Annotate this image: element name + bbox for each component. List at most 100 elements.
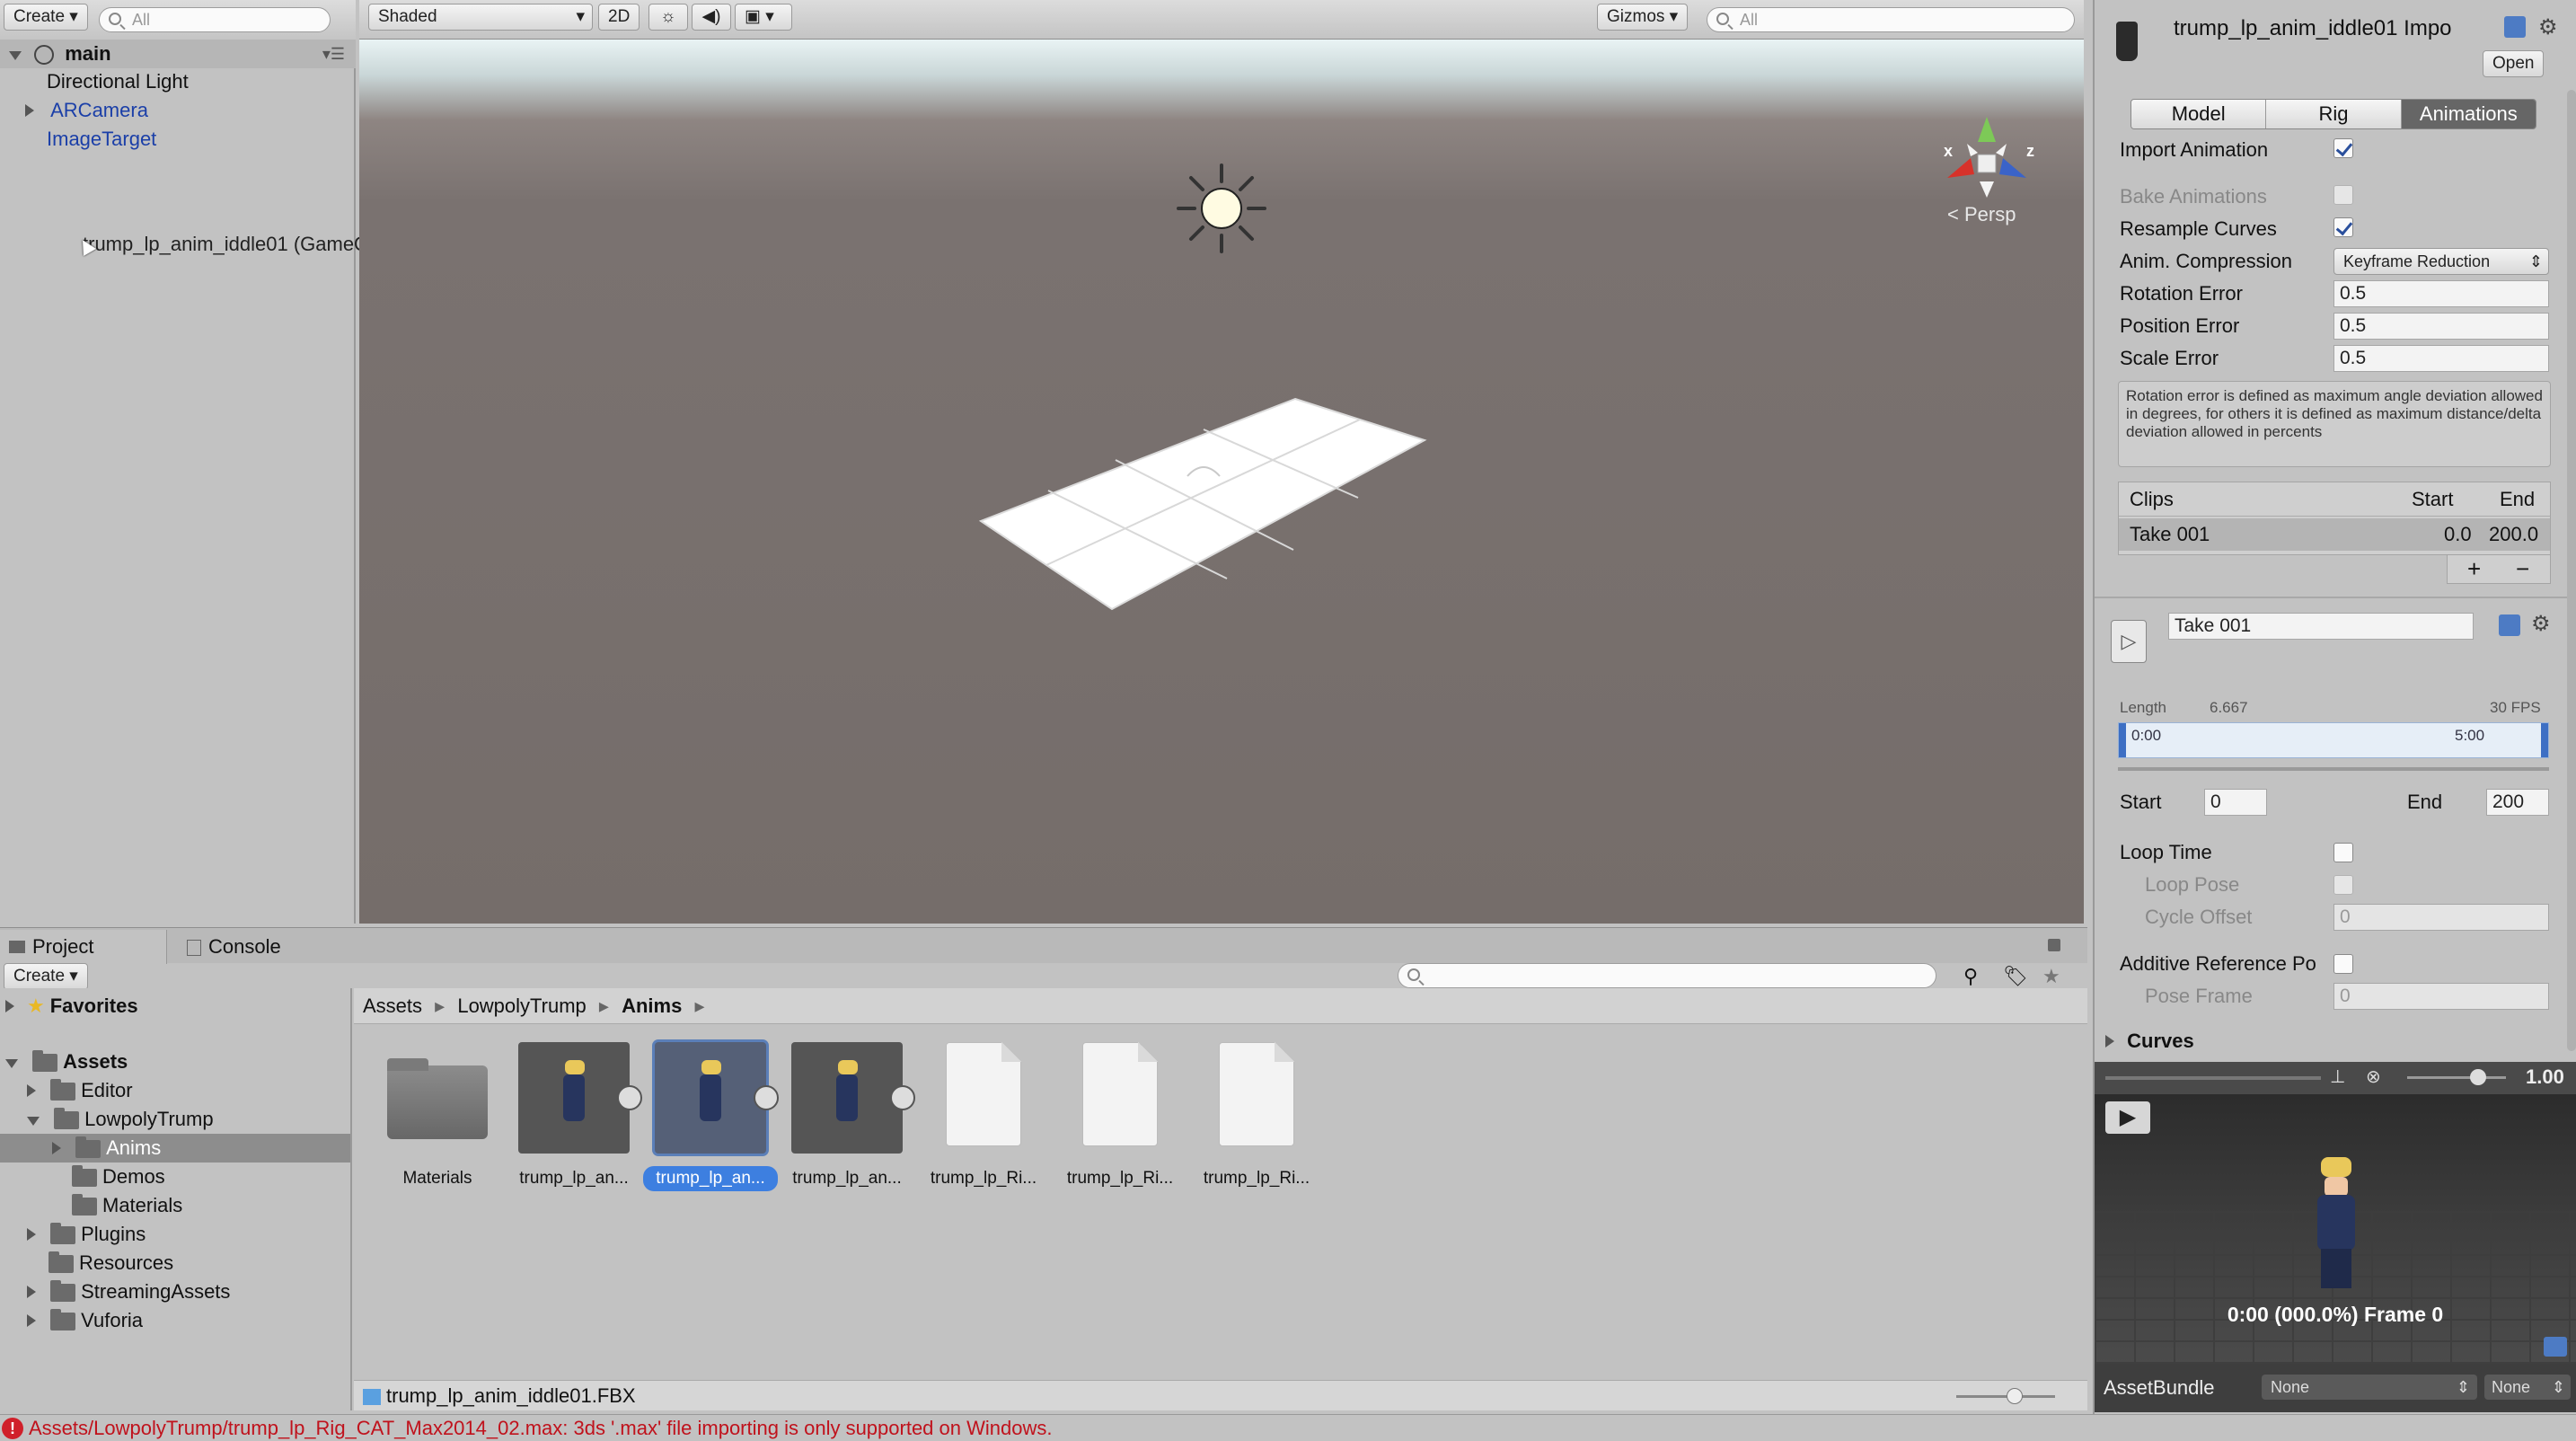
breadcrumb-item[interactable]: LowpolyTrump <box>457 995 586 1017</box>
hierarchy-create-button[interactable]: Create ▾ <box>4 4 88 31</box>
tree-item-plugins[interactable]: Plugins <box>27 1220 146 1249</box>
effects-toggle-icon[interactable]: ▣ ▾ <box>735 4 792 31</box>
zoom-slider[interactable] <box>1956 1388 2055 1404</box>
breadcrumb-item[interactable]: Assets <box>363 995 422 1017</box>
timeline-end-handle[interactable] <box>2541 723 2548 757</box>
projection-toggle[interactable]: < Persp <box>1947 203 2016 226</box>
timeline-start-handle[interactable] <box>2119 723 2126 757</box>
gear-icon[interactable]: ⚙ <box>2538 14 2558 40</box>
expand-icon[interactable] <box>9 51 22 60</box>
curves-foldout[interactable]: Curves <box>2105 1030 2194 1053</box>
status-bar[interactable]: ! Assets/LowpolyTrump/trump_lp_Rig_CAT_M… <box>0 1414 2576 1441</box>
tab-console[interactable]: Console <box>187 930 281 964</box>
favorites-row[interactable]: ★ Favorites <box>5 992 138 1021</box>
preview-speed-slider[interactable] <box>2407 1069 2506 1085</box>
tree-item-demos[interactable]: Demos <box>72 1163 165 1191</box>
preview-speed-thumb[interactable] <box>2470 1069 2486 1085</box>
clip-preview-icon[interactable]: ▷ <box>2111 620 2147 663</box>
asset-rig-3[interactable]: trump_lp_Ri... <box>1189 1042 1324 1191</box>
orientation-gizmo[interactable] <box>1947 117 2026 198</box>
tree-item-streamingassets[interactable]: StreamingAssets <box>27 1277 230 1306</box>
expand-icon[interactable] <box>27 1286 36 1298</box>
assetbundle-variant-dropdown[interactable]: None ⇕ <box>2484 1375 2571 1400</box>
timeline-scrub-bar[interactable] <box>2118 767 2549 771</box>
timeline-ruler[interactable]: 0:00 5:00 <box>2118 722 2549 758</box>
tree-item-materials[interactable]: Materials <box>72 1191 182 1220</box>
lock-icon[interactable] <box>2048 939 2060 951</box>
assets-root-row[interactable]: Assets <box>5 1048 128 1076</box>
animation-preview[interactable]: ▶ 0:00 (000.0%) Frame 0 <box>2095 1094 2576 1364</box>
speed-icon[interactable]: ⊗ <box>2366 1065 2381 1088</box>
expand-icon[interactable] <box>52 1142 61 1154</box>
lighting-toggle-icon[interactable]: ☼ <box>648 4 688 31</box>
clip-row[interactable]: Take 001 0.0 200.0 <box>2119 518 2550 551</box>
help-book-icon[interactable] <box>2499 614 2520 636</box>
tag-icon[interactable] <box>2544 1337 2567 1357</box>
expand-icon[interactable] <box>27 1314 36 1327</box>
tree-item-vuforia[interactable]: Vuforia <box>27 1306 143 1335</box>
play-button[interactable]: ▶ <box>2105 1101 2150 1134</box>
draw-mode-dropdown[interactable]: Shaded ▾ <box>368 4 593 31</box>
inspector-scrollbar[interactable] <box>2567 90 2576 1051</box>
preview-timeline[interactable] <box>2105 1076 2321 1080</box>
breadcrumb-item[interactable]: Anims <box>622 995 682 1017</box>
help-book-icon[interactable] <box>2504 16 2526 38</box>
expand-icon[interactable] <box>27 1084 36 1097</box>
anim-compression-dropdown[interactable]: Keyframe Reduction ⇕ <box>2333 248 2549 275</box>
clip-name-field[interactable]: Take 001 <box>2168 613 2474 640</box>
remove-clip-button[interactable]: − <box>2516 555 2529 583</box>
hierarchy-item-directional-light[interactable]: Directional Light <box>47 67 189 96</box>
scale-error-field[interactable]: 0.5 <box>2333 345 2549 372</box>
sun-icon[interactable] <box>1177 164 1266 253</box>
add-clip-button[interactable]: + <box>2467 555 2481 583</box>
hierarchy-item-arcamera[interactable]: ARCamera <box>25 96 148 125</box>
hierarchy-search-input[interactable]: All <box>99 7 331 32</box>
open-button[interactable]: Open <box>2483 50 2545 77</box>
expand-icon[interactable] <box>27 1117 40 1126</box>
tree-item-editor[interactable]: Editor <box>27 1076 133 1105</box>
cycle-offset-field[interactable]: 0 <box>2333 904 2549 931</box>
additive-reference-checkbox[interactable] <box>2333 954 2353 974</box>
asset-anim-2-selected[interactable]: trump_lp_an... <box>643 1042 779 1191</box>
start-field[interactable]: 0 <box>2204 789 2267 816</box>
asset-rig-1[interactable]: trump_lp_Ri... <box>916 1042 1051 1191</box>
project-create-button[interactable]: Create ▾ <box>4 963 88 990</box>
favorite-star-icon[interactable]: ★ <box>2042 965 2060 988</box>
pose-frame-field[interactable]: 0 <box>2333 983 2549 1010</box>
zoom-slider-thumb[interactable] <box>2007 1388 2023 1404</box>
tab-animations[interactable]: Animations <box>2401 100 2536 128</box>
tree-item-resources[interactable]: Resources <box>49 1249 173 1277</box>
scene-view[interactable]: x z < Persp <box>359 40 2084 924</box>
asset-anim-1[interactable]: trump_lp_an... <box>507 1042 642 1191</box>
gear-icon[interactable]: ⚙ <box>2531 611 2551 637</box>
filter-by-label-icon[interactable]: 🏷 <box>2003 965 2028 988</box>
pivot-icon[interactable]: ⊥ <box>2330 1065 2345 1088</box>
expand-icon[interactable] <box>5 1000 14 1012</box>
expand-icon[interactable] <box>27 1228 36 1241</box>
expand-icon[interactable] <box>25 104 34 117</box>
hierarchy-menu-icon[interactable]: ▾☰ <box>322 40 345 68</box>
asset-materials-folder[interactable]: Materials <box>370 1042 505 1191</box>
tree-item-lowpolytrump[interactable]: LowpolyTrump <box>27 1105 214 1134</box>
import-animation-checkbox[interactable] <box>2333 138 2353 158</box>
tree-item-anims[interactable]: Anims <box>0 1134 350 1163</box>
audio-toggle-icon[interactable]: ◀) <box>692 4 731 31</box>
tab-rig[interactable]: Rig <box>2266 100 2402 128</box>
resample-curves-checkbox[interactable] <box>2333 217 2353 237</box>
end-field[interactable]: 200 <box>2486 789 2549 816</box>
scene-search-input[interactable]: All <box>1707 7 2075 32</box>
asset-anim-3[interactable]: trump_lp_an... <box>780 1042 915 1191</box>
filter-by-type-icon[interactable]: ⚲ <box>1963 965 1978 988</box>
assetbundle-dropdown[interactable]: None ⇕ <box>2262 1375 2477 1400</box>
asset-rig-2[interactable]: trump_lp_Ri... <box>1053 1042 1187 1191</box>
position-error-field[interactable]: 0.5 <box>2333 313 2549 340</box>
bake-animations-checkbox[interactable] <box>2333 185 2353 205</box>
hierarchy-item-imagetarget[interactable]: ImageTarget <box>47 125 156 154</box>
tab-project[interactable]: Project <box>0 930 167 964</box>
project-search-input[interactable] <box>1398 963 1936 988</box>
expand-icon[interactable] <box>5 1059 18 1068</box>
toggle-2d-button[interactable]: 2D <box>598 4 640 31</box>
rotation-error-field[interactable]: 0.5 <box>2333 280 2549 307</box>
loop-pose-checkbox[interactable] <box>2333 875 2353 895</box>
loop-time-checkbox[interactable] <box>2333 843 2353 862</box>
